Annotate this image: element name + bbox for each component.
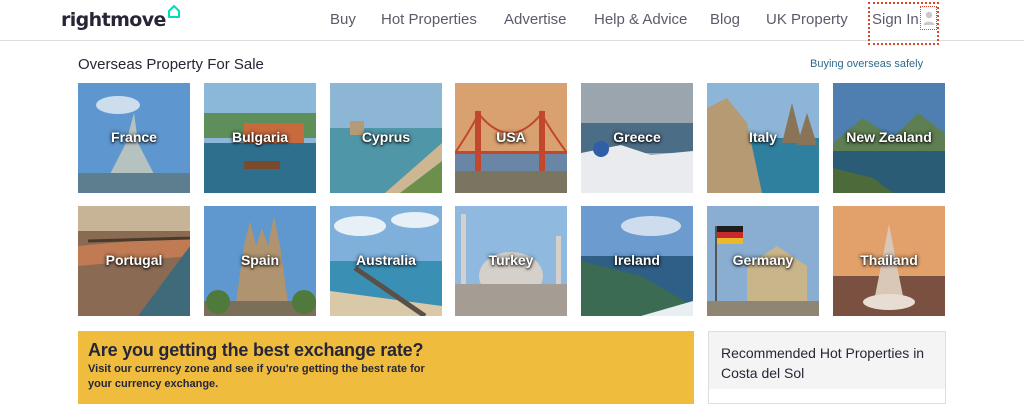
nav-hot-properties[interactable]: Hot Properties bbox=[381, 11, 477, 29]
country-label: Spain bbox=[240, 252, 280, 268]
nav-blog[interactable]: Blog bbox=[710, 11, 740, 29]
buying-overseas-safely-link[interactable]: Buying overseas safely bbox=[810, 58, 923, 70]
country-label: Greece bbox=[613, 129, 661, 145]
country-tile-usa[interactable]: USA bbox=[455, 83, 567, 193]
rightmove-logo[interactable]: rightmove bbox=[61, 5, 181, 34]
nav-help-advice[interactable]: Help & Advice bbox=[594, 11, 687, 29]
country-label: Ireland bbox=[614, 252, 660, 268]
nav-advertise[interactable]: Advertise bbox=[504, 11, 567, 29]
country-tile-ireland[interactable]: Ireland bbox=[581, 206, 693, 316]
hot-properties-list bbox=[709, 389, 945, 403]
country-tile-bulgaria[interactable]: Bulgaria bbox=[204, 83, 316, 193]
country-label: USA bbox=[496, 129, 526, 145]
country-tile-italy[interactable]: Italy bbox=[707, 83, 819, 193]
hot-properties-title: Recommended Hot Properties in Costa del … bbox=[721, 345, 925, 381]
country-label: Portugal bbox=[105, 252, 163, 268]
country-tile-france[interactable]: France bbox=[78, 83, 190, 193]
country-label: Italy bbox=[748, 129, 777, 145]
country-tile-cyprus[interactable]: Cyprus bbox=[330, 83, 442, 193]
country-label: Bulgaria bbox=[231, 129, 288, 145]
country-tile-greece[interactable]: Greece bbox=[581, 83, 693, 193]
country-tile-turkey[interactable]: Turkey bbox=[455, 206, 567, 316]
logo-text: rightmove bbox=[61, 9, 166, 31]
site-header: rightmove Buy Hot Properties Advertise H… bbox=[0, 0, 1024, 45]
country-label: Germany bbox=[732, 252, 794, 268]
exchange-rate-banner[interactable]: Are you getting the best exchange rate? … bbox=[78, 331, 694, 404]
country-label: Turkey bbox=[488, 252, 534, 268]
nav-uk-property[interactable]: UK Property bbox=[766, 11, 848, 29]
house-logo-icon bbox=[167, 5, 180, 18]
country-label: New Zealand bbox=[846, 129, 932, 145]
country-label: Thailand bbox=[860, 252, 918, 268]
country-tile-portugal[interactable]: Portugal bbox=[78, 206, 190, 316]
country-label: France bbox=[111, 129, 157, 145]
recommended-hot-properties-panel: Recommended Hot Properties in Costa del … bbox=[708, 331, 946, 404]
country-label: Cyprus bbox=[361, 129, 411, 145]
page-title: Overseas Property For Sale bbox=[78, 56, 264, 73]
country-tile-new-zealand[interactable]: New Zealand bbox=[833, 83, 945, 193]
nav-buy[interactable]: Buy bbox=[330, 11, 356, 29]
banner-body: Visit our currency zone and see if you'r… bbox=[88, 363, 425, 390]
user-avatar-icon[interactable] bbox=[920, 6, 937, 30]
country-tile-australia[interactable]: Australia bbox=[330, 206, 442, 316]
country-tile-spain[interactable]: Spain bbox=[204, 206, 316, 316]
country-tile-germany[interactable]: Germany bbox=[707, 206, 819, 316]
banner-title: Are you getting the best exchange rate? bbox=[88, 340, 424, 360]
country-tile-thailand[interactable]: Thailand bbox=[833, 206, 945, 316]
country-label: Australia bbox=[356, 252, 416, 268]
